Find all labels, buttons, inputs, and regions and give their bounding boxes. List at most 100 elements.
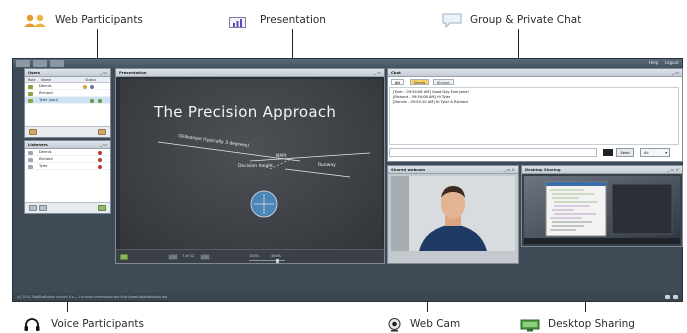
- user-name: Dennis: [39, 84, 52, 88]
- panel-window-controls[interactable]: _ ▭: [374, 69, 381, 77]
- logout-link[interactable]: Logout: [665, 60, 679, 65]
- mute-icon[interactable]: [98, 157, 102, 162]
- webcam-panel: Shared webcam _ ▭ ×: [387, 165, 519, 264]
- upload-button[interactable]: [120, 254, 128, 260]
- users-panel: Users _ ▭ Role Name Status Dennis Richar…: [24, 68, 111, 138]
- chat-panel-title: Chat: [391, 70, 401, 75]
- presentation-panel-title: Presentation: [119, 70, 147, 75]
- toolbar-button-3[interactable]: [50, 60, 64, 67]
- users-panel-header: Users _ ▭: [25, 69, 110, 77]
- help-link[interactable]: Help: [649, 60, 658, 65]
- user-role-icon: [28, 98, 33, 103]
- slide-controls: 7 of 12 100% 400%: [116, 249, 384, 263]
- chat-tab-richard[interactable]: Richard: [433, 79, 454, 85]
- webcam-panel-title: Shared webcam: [391, 167, 426, 172]
- prev-slide-button[interactable]: [168, 254, 178, 260]
- group-chat-callout: Group & Private Chat: [470, 14, 582, 26]
- shared-desktop-view[interactable]: [524, 176, 680, 244]
- conference-app-window: Help Logout Users _ ▭ Role Name Status D…: [12, 58, 683, 302]
- panel-window-controls[interactable]: _ ▭: [672, 69, 679, 77]
- presenter-status-icon: [98, 98, 102, 103]
- toolbar-button-1[interactable]: [16, 60, 30, 67]
- listeners-panel-footer: [25, 202, 110, 213]
- status-icon-2[interactable]: [673, 295, 678, 299]
- user-row[interactable]: Richard: [25, 90, 110, 97]
- chevron-down-icon: ▾: [665, 151, 667, 155]
- web-cam-callout: Web Cam: [410, 318, 461, 330]
- next-slide-button[interactable]: [200, 254, 210, 260]
- shared-desktop-image: [524, 176, 680, 244]
- page-indicator: 7 of 12: [182, 254, 195, 258]
- chat-message-list: [Tyler - 09:54:06 AM] Good Day Everyone!…: [389, 87, 679, 145]
- slide-area: The Precision Approach Glideslope (typic…: [116, 77, 384, 257]
- listener-row[interactable]: Dennis: [25, 149, 110, 156]
- listener-name: Richard: [39, 157, 53, 161]
- chat-target-value: All: [644, 151, 649, 155]
- desktop-sharing-icon: [520, 317, 540, 332]
- raise-hand-button[interactable]: [29, 129, 37, 135]
- presentation-callout: Presentation: [260, 14, 326, 26]
- runway-label: Runway: [318, 163, 336, 168]
- eject-button[interactable]: [98, 205, 106, 211]
- status-text: (c) 2010, BigBlueButton version 0.x — Fo…: [17, 295, 168, 299]
- mapt-label: MAPt: [276, 153, 287, 158]
- mute-all-button[interactable]: [29, 205, 37, 211]
- webcam-panel-header: Shared webcam _ ▭ ×: [388, 166, 518, 174]
- listeners-panel-title: Listeners: [28, 142, 48, 147]
- listener-name: Tyler: [39, 164, 48, 168]
- listener-name: Dennis: [39, 150, 52, 154]
- chat-color-swatch[interactable]: [603, 149, 613, 156]
- desktop-sharing-callout: Desktop Sharing: [548, 318, 635, 330]
- chat-target-select[interactable]: All ▾: [640, 148, 670, 157]
- decision-height-label: Decision height: [238, 164, 273, 169]
- lock-button[interactable]: [39, 205, 47, 211]
- mute-icon[interactable]: [98, 164, 102, 169]
- user-row[interactable]: Dennis: [25, 83, 110, 90]
- desktop-sharing-panel: Desktop Sharing _ ▭ ×: [521, 165, 683, 247]
- send-button[interactable]: Send: [616, 148, 634, 157]
- chat-panel-header: Chat _ ▭: [388, 69, 682, 77]
- presentation-icon: [229, 14, 246, 28]
- chalkboard-slide[interactable]: The Precision Approach Glideslope (typic…: [120, 79, 382, 251]
- listener-row[interactable]: Tyler: [25, 163, 110, 170]
- panel-window-controls[interactable]: _ ▭: [100, 69, 107, 77]
- user-role-icon: [28, 91, 33, 96]
- desktop-sharing-panel-header: Desktop Sharing _ ▭ ×: [522, 166, 682, 174]
- webcam-status-icon: [90, 98, 94, 103]
- listeners-panel-header: Listeners _ ▭: [25, 141, 110, 149]
- user-row-selected[interactable]: Tyler (you): [25, 97, 110, 104]
- top-toolbar: Help Logout: [13, 59, 682, 68]
- zoom-max-label: 400%: [271, 254, 282, 258]
- panel-window-controls[interactable]: _ ▭ ×: [667, 166, 679, 174]
- webcam-video[interactable]: [391, 176, 515, 251]
- chat-tab-dennis[interactable]: Dennis: [410, 79, 430, 85]
- listener-row[interactable]: Richard: [25, 156, 110, 163]
- send-button-label: Send: [620, 151, 630, 155]
- users-panel-footer: [25, 126, 110, 137]
- panel-window-controls[interactable]: _ ▭: [100, 141, 107, 149]
- status-icon-1[interactable]: [665, 295, 670, 299]
- speaker-icon: [28, 157, 33, 162]
- chat-message: [Dennis - 09:54:10 AM] Hi Tyler & Richar…: [393, 100, 468, 105]
- toolbar-button-2[interactable]: [33, 60, 47, 67]
- zoom-slider-thumb[interactable]: [276, 258, 279, 263]
- user-role-icon: [28, 84, 33, 89]
- screenshot-root: Web Participants Presentation Group & Pr…: [0, 0, 687, 333]
- webcam-icon: [388, 317, 401, 332]
- chat-input[interactable]: [389, 148, 597, 157]
- mute-icon[interactable]: [98, 150, 102, 155]
- voice-participants-callout: Voice Participants: [51, 318, 144, 330]
- presentation-panel: Presentation _ ▭ The Precision Approach: [115, 68, 385, 264]
- user-name: Tyler (you): [39, 98, 58, 102]
- speaker-icon: [28, 150, 33, 155]
- panel-window-controls[interactable]: _ ▭ ×: [503, 166, 515, 174]
- zoom-slider[interactable]: [249, 260, 285, 261]
- chat-tab-all[interactable]: All: [391, 79, 404, 85]
- desktop-sharing-panel-title: Desktop Sharing: [525, 167, 561, 172]
- settings-button[interactable]: [98, 129, 106, 135]
- status-bar: (c) 2010, BigBlueButton version 0.x — Fo…: [13, 293, 682, 301]
- presenter-icon: [90, 84, 94, 89]
- listeners-panel: Listeners _ ▭ Dennis Richard Tyler: [24, 140, 111, 214]
- presentation-panel-header: Presentation _ ▭: [116, 69, 384, 77]
- web-participants-callout: Web Participants: [55, 14, 143, 26]
